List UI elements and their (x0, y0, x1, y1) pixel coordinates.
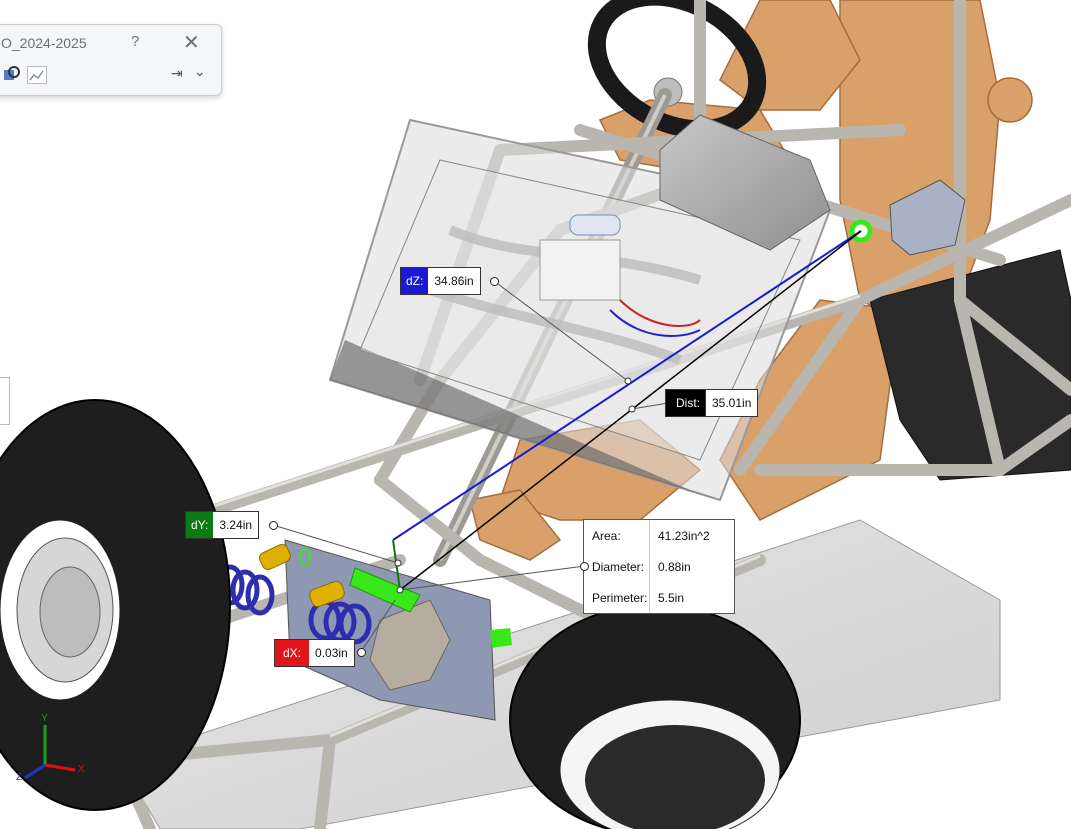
help-icon[interactable]: ? (131, 33, 139, 50)
diameter-value: 0.88in (658, 560, 691, 574)
area-label: Area: (592, 529, 621, 543)
dx-value: 0.03in (309, 640, 354, 666)
dz-label: dZ: (401, 268, 429, 294)
triad-x-label: X (78, 764, 85, 775)
diameter-row: Diameter: 0.88in (592, 551, 732, 582)
dz-callout[interactable]: dZ: 34.86in (400, 267, 481, 295)
cad-model-scene[interactable] (0, 0, 1071, 829)
chevron-down-icon[interactable]: ⌄ (194, 63, 206, 80)
dist-label: Dist: (666, 390, 705, 416)
callout-anchor (580, 562, 589, 571)
dy-label: dY: (186, 512, 214, 538)
dx-callout[interactable]: dX: 0.03in (274, 639, 355, 667)
dy-value: 3.24in (213, 512, 259, 538)
perimeter-row: Perimeter: 5.5in (592, 582, 732, 613)
perimeter-value: 5.5in (658, 591, 685, 605)
dist-value: 35.01in (705, 390, 758, 416)
area-row: Area: 41.23in^2 (592, 520, 732, 551)
triad-z-label: Z (16, 772, 23, 783)
dy-callout[interactable]: dY: 3.24in (185, 511, 260, 539)
callout-anchor (490, 277, 499, 286)
pin-icon[interactable]: ⇥ (171, 65, 183, 82)
callout-anchor (269, 521, 278, 530)
area-value: 41.23in^2 (658, 529, 710, 543)
dx-label: dX: (275, 640, 310, 666)
dist-callout[interactable]: Dist: 35.01in (665, 389, 759, 417)
dialog-title: O_2024-2025 (1, 35, 87, 51)
measure-probe-icon[interactable] (3, 65, 21, 83)
triad-y-label: Y (41, 713, 48, 724)
front-right-tire (509, 604, 801, 829)
face-info-callout[interactable]: Area: 41.23in^2 Diameter: 0.88in Perimet… (583, 519, 735, 614)
measure-dialog[interactable]: O_2024-2025 ? ✕ ⇥ ⌄ (0, 24, 222, 96)
dz-value: 34.86in (428, 268, 480, 294)
close-icon[interactable]: ✕ (183, 30, 200, 55)
graph-icon[interactable] (27, 66, 47, 84)
graphics-viewport[interactable]: Y X Z (0, 0, 1071, 829)
diameter-label: Diameter: (592, 560, 645, 574)
callout-anchor (357, 648, 366, 657)
perimeter-label: Perimeter: (592, 591, 648, 605)
side-panel-tab[interactable] (0, 377, 10, 425)
